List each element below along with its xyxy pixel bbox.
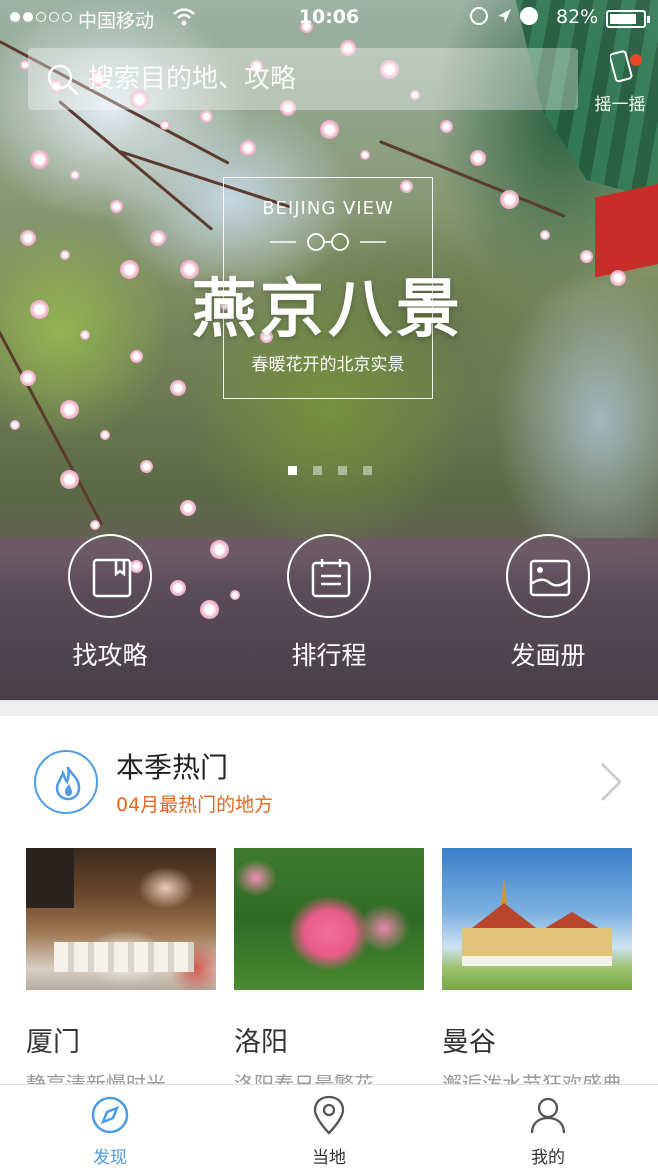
blossom-decoration	[230, 590, 240, 600]
location-pin-icon	[309, 1095, 349, 1135]
blossom-decoration	[60, 470, 79, 489]
blossom-decoration	[130, 350, 143, 363]
shake-badge	[630, 54, 642, 66]
tab-label: 发现	[93, 1148, 127, 1168]
battery-fill	[610, 14, 637, 24]
tab-label: 我的	[531, 1148, 565, 1168]
photo-album-icon	[506, 534, 590, 618]
chevron-right-icon[interactable]	[598, 762, 624, 802]
blossom-decoration	[30, 300, 49, 319]
xiamen-photo	[26, 848, 216, 990]
blossom-decoration	[60, 400, 79, 419]
search-icon	[47, 64, 79, 96]
lock-rotation-icon	[470, 7, 488, 25]
search-bar[interactable]	[28, 48, 578, 110]
app-screen: 中国移动 10:06 82% 摇一摇 BEIJING VIEW	[0, 0, 658, 1170]
destination-city: 厦门	[26, 1027, 80, 1058]
shake-phone-icon	[610, 50, 633, 83]
bangkok-photo	[442, 848, 632, 990]
tab-local[interactable]: 当地	[269, 1095, 389, 1168]
blossom-decoration	[60, 250, 70, 260]
find-guide-button[interactable]: 找攻略	[40, 534, 180, 672]
alarm-icon	[520, 7, 538, 25]
find-guide-label: 找攻略	[72, 641, 148, 670]
section-divider	[0, 700, 658, 716]
destination-card-bangkok[interactable]: 曼谷 邂逅泼水节狂欢盛典	[442, 848, 632, 1096]
blossom-decoration	[160, 120, 170, 130]
hot-season-header[interactable]: 本季热门 04月最热门的地方	[0, 716, 658, 846]
luoyang-photo	[234, 848, 424, 990]
blossom-decoration	[110, 200, 123, 213]
blossom-decoration	[20, 370, 36, 386]
section-subtitle: 04月最热门的地方	[116, 794, 274, 816]
section-title: 本季热门	[116, 751, 229, 784]
glasses-icon	[270, 233, 386, 251]
blossom-decoration	[70, 170, 80, 180]
blossom-decoration	[320, 120, 339, 139]
guide-book-icon	[68, 534, 152, 618]
status-bar: 中国移动 10:06 82%	[0, 0, 658, 38]
post-album-label: 发画册	[510, 641, 586, 670]
blossom-decoration	[20, 230, 36, 246]
blossom-decoration	[470, 150, 486, 166]
tab-discover[interactable]: 发现	[50, 1095, 170, 1168]
tab-label: 当地	[312, 1148, 346, 1168]
destination-card-xiamen[interactable]: 厦门 静享清新慢时光	[26, 848, 216, 1096]
carousel-dot[interactable]	[363, 466, 372, 475]
blossom-decoration	[200, 110, 213, 123]
banner-subtitle: 春暖花开的北京实景	[251, 355, 405, 375]
blossom-decoration	[580, 250, 593, 263]
blossom-decoration	[180, 500, 196, 516]
blossom-decoration	[200, 600, 219, 619]
blossom-decoration	[210, 540, 229, 559]
destination-city: 洛阳	[234, 1027, 288, 1058]
tab-mine[interactable]: 我的	[488, 1095, 608, 1168]
post-album-button[interactable]: 发画册	[478, 534, 618, 672]
carousel-dot[interactable]	[313, 466, 322, 475]
blossom-decoration	[120, 260, 139, 279]
blossom-decoration	[170, 380, 186, 396]
banner-title: 燕京八景	[192, 273, 464, 347]
carousel-dot[interactable]	[338, 466, 347, 475]
itinerary-icon	[287, 534, 371, 618]
compass-icon	[90, 1095, 130, 1135]
blossom-decoration	[10, 420, 20, 430]
plan-itinerary-button[interactable]: 排行程	[259, 534, 399, 672]
blossom-decoration	[440, 120, 453, 133]
search-input[interactable]	[88, 58, 548, 100]
bottom-tab-bar: 发现 当地 我的	[0, 1084, 658, 1170]
blossom-decoration	[500, 190, 519, 209]
fire-icon	[34, 750, 98, 814]
red-beam-decoration	[595, 182, 658, 278]
user-icon	[528, 1095, 568, 1135]
shake-button[interactable]: 摇一摇	[588, 48, 652, 116]
location-arrow-icon	[498, 9, 511, 23]
blossom-decoration	[140, 460, 153, 473]
blossom-decoration	[540, 230, 550, 240]
blossom-decoration	[150, 230, 166, 246]
destination-card-luoyang[interactable]: 洛阳 洛阳春日最繁花	[234, 848, 424, 1096]
plan-itinerary-label: 排行程	[291, 641, 367, 670]
banner-english-title: BEIJING VIEW	[262, 198, 394, 219]
shake-label: 摇一摇	[594, 95, 646, 115]
blossom-decoration	[360, 150, 370, 160]
status-right-icons	[470, 7, 538, 25]
battery-icon	[606, 10, 650, 28]
blossom-decoration	[90, 520, 100, 530]
blossom-decoration	[610, 270, 626, 286]
destination-city: 曼谷	[442, 1027, 496, 1058]
blossom-decoration	[100, 430, 110, 440]
blossom-decoration	[80, 330, 90, 340]
battery-percent: 82%	[556, 6, 599, 28]
carousel-dot[interactable]	[288, 466, 297, 475]
blossom-decoration	[240, 140, 256, 156]
blossom-decoration	[30, 150, 49, 169]
carousel-indicator	[288, 466, 372, 475]
branch-decoration	[58, 100, 214, 231]
